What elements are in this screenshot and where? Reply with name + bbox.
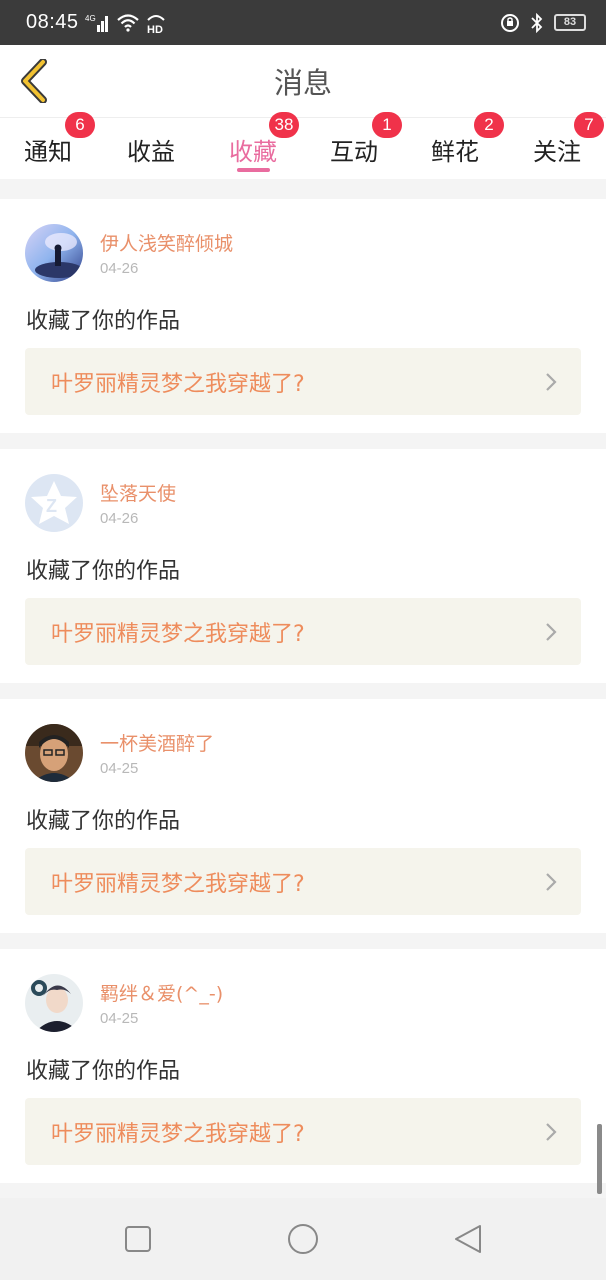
list-item: Z 坠落天使 04-26 收藏了你的作品 叶罗丽精灵梦之我穿越了? (0, 449, 606, 683)
chevron-right-icon (546, 872, 557, 891)
status-time: 08:45 (26, 11, 79, 33)
page-title: 消息 (273, 66, 332, 100)
action-text: 收藏了你的作品 (26, 559, 181, 584)
scrollbar[interactable] (597, 1124, 602, 1194)
hd-icon: HD (147, 14, 165, 34)
tab-label: 收益 (127, 137, 175, 166)
work-title: 叶罗丽精灵梦之我穿越了? (51, 871, 305, 897)
tab-interactions[interactable]: 互动 1 (319, 112, 402, 180)
notification-badge: 38 (269, 112, 299, 138)
work-title: 叶罗丽精灵梦之我穿越了? (51, 1121, 305, 1147)
notification-badge: 7 (574, 112, 604, 138)
username[interactable]: 伊人浅笑醉倾城 (100, 229, 233, 256)
wifi-icon (116, 13, 139, 32)
work-link[interactable]: 叶罗丽精灵梦之我穿越了? (25, 1098, 581, 1165)
active-tab-indicator (237, 168, 270, 172)
home-circle-icon[interactable] (286, 1222, 320, 1256)
list-item: 羁绊＆爱(^_-) 04-25 收藏了你的作品 叶罗丽精灵梦之我穿越了? (0, 949, 606, 1183)
work-link[interactable]: 叶罗丽精灵梦之我穿越了? (25, 348, 581, 415)
svg-text:Z: Z (46, 496, 57, 516)
recents-square-icon[interactable] (121, 1222, 155, 1256)
svg-text:HD: HD (147, 24, 163, 34)
tab-follows[interactable]: 关注 7 (522, 112, 604, 180)
avatar[interactable] (25, 974, 83, 1032)
work-title: 叶罗丽精灵梦之我穿越了? (51, 371, 305, 397)
timestamp: 04-25 (100, 760, 139, 777)
back-triangle-icon[interactable] (451, 1222, 485, 1256)
status-bar: 08:45 4G HD 83 (0, 0, 606, 45)
list-item: 伊人浅笑醉倾城 04-26 收藏了你的作品 叶罗丽精灵梦之我穿越了? (0, 199, 606, 433)
chevron-right-icon (546, 372, 557, 391)
tab-label: 鲜花 (431, 137, 479, 166)
username[interactable]: 一杯美酒醉了 (100, 729, 214, 756)
back-button[interactable] (14, 59, 54, 103)
notification-badge: 6 (65, 112, 95, 138)
username[interactable]: 羁绊＆爱(^_-) (100, 979, 223, 1006)
action-text: 收藏了你的作品 (26, 309, 181, 334)
timestamp: 04-26 (100, 260, 139, 277)
svg-text:4G: 4G (85, 14, 96, 23)
app-header: 消息 (0, 45, 606, 117)
tab-earnings[interactable]: 收益 (116, 118, 186, 180)
work-link[interactable]: 叶罗丽精灵梦之我穿越了? (25, 848, 581, 915)
avatar[interactable] (25, 224, 83, 282)
bluetooth-icon (531, 12, 543, 33)
tab-label: 收藏 (229, 137, 277, 166)
notification-badge: 2 (474, 112, 504, 138)
alarm-icon (501, 13, 519, 32)
avatar[interactable] (25, 724, 83, 782)
tab-label: 关注 (533, 137, 581, 166)
tab-flowers[interactable]: 鲜花 2 (420, 112, 504, 180)
tab-label: 互动 (330, 137, 378, 166)
username[interactable]: 坠落天使 (100, 479, 176, 506)
work-link[interactable]: 叶罗丽精灵梦之我穿越了? (25, 598, 581, 665)
action-text: 收藏了你的作品 (26, 809, 181, 834)
chevron-right-icon (546, 622, 557, 641)
system-nav-bar (0, 1198, 606, 1280)
timestamp: 04-25 (100, 1010, 139, 1027)
tab-label: 通知 (24, 137, 72, 166)
work-title: 叶罗丽精灵梦之我穿越了? (51, 621, 305, 647)
chevron-left-icon (21, 59, 47, 103)
list-item: 一杯美酒醉了 04-25 收藏了你的作品 叶罗丽精灵梦之我穿越了? (0, 699, 606, 933)
tab-notifications[interactable]: 通知 6 (13, 112, 95, 180)
signal-icon: 4G (85, 14, 108, 32)
timestamp: 04-26 (100, 510, 139, 527)
battery-icon: 83 (554, 14, 586, 31)
action-text: 收藏了你的作品 (26, 1059, 181, 1084)
chevron-right-icon (546, 1122, 557, 1141)
avatar[interactable]: Z (25, 474, 83, 532)
notification-badge: 1 (372, 112, 402, 138)
tab-bar: 通知 6 收益 收藏 38 互动 1 鲜花 2 关注 7 (0, 112, 606, 180)
